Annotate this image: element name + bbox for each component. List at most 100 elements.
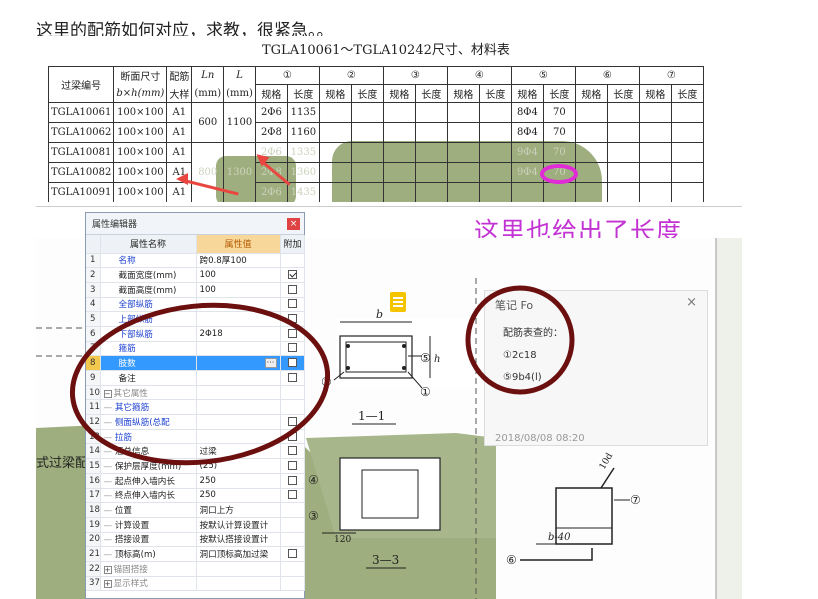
property-value[interactable]: 洞口上方 <box>196 502 281 518</box>
property-value[interactable] <box>196 429 281 445</box>
property-editor-titlebar[interactable]: 属性编辑器 × <box>86 213 304 235</box>
property-value[interactable] <box>196 311 281 327</box>
row-number: 8 <box>86 355 101 371</box>
property-row[interactable]: 16— 起点伸入墙内长 250 <box>86 473 305 489</box>
attach-checkbox[interactable] <box>287 475 297 485</box>
property-row[interactable]: 21— 顶标高(m) 洞口顶标高加过梁 <box>86 546 305 562</box>
property-value[interactable] <box>196 576 281 592</box>
property-value[interactable] <box>196 399 281 416</box>
property-row[interactable]: 17— 终点伸入墙内长 250 <box>86 488 305 504</box>
row-number: 1 <box>86 253 101 269</box>
property-row[interactable]: 5 上部纵筋 <box>86 311 305 327</box>
property-row[interactable]: 8 肢数 ··· <box>86 355 305 371</box>
property-value[interactable]: 跨0.8厚100 <box>196 253 281 269</box>
attach-checkbox[interactable] <box>287 372 297 382</box>
property-value[interactable]: 按默认计算设置计 <box>196 517 281 533</box>
property-value[interactable] <box>196 414 281 430</box>
attach-checkbox[interactable] <box>287 446 297 456</box>
property-value[interactable] <box>196 385 281 401</box>
property-row[interactable]: 37 + 显示样式 <box>86 576 305 592</box>
property-extra <box>280 253 305 269</box>
property-row[interactable]: 13— 拉筋 <box>86 429 305 445</box>
property-row[interactable]: 19— 计算设置 按默认计算设置计 <box>86 517 305 533</box>
attach-checkbox[interactable] <box>287 549 297 559</box>
property-row[interactable]: 12— 侧面纵筋(总配 <box>86 414 305 430</box>
property-value[interactable]: 100 <box>196 282 281 298</box>
property-row[interactable]: 7 箍筋 <box>86 341 305 357</box>
property-row[interactable]: 3 截面高度(mm) 100 <box>86 282 305 298</box>
property-name-text: 截面宽度(mm) <box>118 271 177 282</box>
attach-checkbox[interactable] <box>287 490 297 500</box>
property-value[interactable]: 250 <box>196 488 281 504</box>
attach-checkbox[interactable] <box>287 328 297 338</box>
note-title: 笔记 Fo <box>495 299 534 312</box>
property-name-text: 其它箍筋 <box>114 403 150 414</box>
property-value[interactable]: (25) <box>196 458 281 474</box>
th-spec: 规格 <box>638 84 672 103</box>
property-name-text: 位置 <box>114 506 133 517</box>
property-row[interactable]: 1 名称 跨0.8厚100 <box>86 253 305 269</box>
property-row[interactable]: 18— 位置 洞口上方 <box>86 502 305 518</box>
property-name-text: 计算设置 <box>114 520 150 531</box>
tree-indent: — <box>103 403 115 414</box>
attach-checkbox[interactable] <box>287 314 297 324</box>
note-icon[interactable] <box>390 292 406 312</box>
attach-checkbox[interactable] <box>287 284 297 294</box>
property-row[interactable]: 10− 其它属性 <box>86 385 305 401</box>
attach-checkbox[interactable] <box>287 358 297 368</box>
property-row[interactable]: 6 下部纵筋 2Φ18 <box>86 326 305 342</box>
property-row[interactable]: 20— 搭接设置 按默认搭接设置计 <box>86 532 305 548</box>
property-value-text: 250 <box>199 490 216 501</box>
property-row[interactable]: 2 截面宽度(mm) 100 <box>86 267 305 283</box>
attach-checkbox[interactable] <box>287 270 297 280</box>
ellipsis-button[interactable]: ··· <box>264 358 277 369</box>
expand-toggle-icon[interactable]: + <box>103 580 112 589</box>
property-name-text: 备注 <box>118 373 136 384</box>
row-number: 2 <box>86 267 101 283</box>
property-value[interactable]: ··· <box>196 355 281 371</box>
property-row[interactable]: 9 备注 <box>86 370 305 386</box>
tree-indent: — <box>103 447 115 458</box>
property-value[interactable] <box>196 561 281 577</box>
tree-indent: — <box>103 520 115 531</box>
row-number: 37 <box>86 576 101 592</box>
property-value[interactable]: 洞口顶标高加过梁 <box>196 546 281 562</box>
property-value[interactable] <box>196 297 281 313</box>
property-value[interactable]: 250 <box>196 473 281 489</box>
divider <box>36 206 742 207</box>
property-name: — 其它箍筋 <box>100 399 197 416</box>
collapse-toggle-icon[interactable]: − <box>103 389 112 398</box>
property-value[interactable] <box>196 341 281 357</box>
close-button[interactable]: × <box>287 218 300 230</box>
property-row[interactable]: 14— 汇总信息 过梁 <box>86 443 305 460</box>
tree-indent: — <box>103 417 115 428</box>
property-value[interactable]: 按默认搭接设置计 <box>196 532 281 548</box>
th-group3: ③ <box>382 66 448 85</box>
property-row[interactable]: 22 + 锚固搭接 <box>86 561 305 577</box>
expand-toggle-icon[interactable]: + <box>103 565 112 574</box>
property-value[interactable]: 2Φ18 <box>196 326 281 342</box>
property-row[interactable]: 15— 保护层厚度(mm) (25) <box>86 458 305 474</box>
property-name: — 拉筋 <box>100 429 197 445</box>
note-body: 配筋表查的： ①2c18 ⑤9b4(l) <box>503 323 563 389</box>
property-row[interactable]: 4 全部纵筋 <box>86 297 305 313</box>
property-value[interactable]: 100 <box>196 267 281 283</box>
attach-checkbox[interactable] <box>287 343 297 353</box>
row-number: 21 <box>86 546 101 562</box>
close-icon[interactable]: × <box>686 295 697 310</box>
attach-checkbox[interactable] <box>287 416 297 426</box>
attach-checkbox[interactable] <box>287 431 297 441</box>
property-row[interactable]: 11— 其它箍筋 <box>86 399 305 416</box>
property-name: — 保护层厚度(mm) <box>100 458 197 474</box>
property-name-text: 终点伸入墙内长 <box>114 491 175 502</box>
property-value-text: 过梁 <box>199 447 217 458</box>
property-value-text: 2Φ18 <box>199 328 223 339</box>
property-name-text: 箍筋 <box>118 344 136 355</box>
attach-checkbox[interactable] <box>287 460 297 470</box>
property-extra <box>280 385 305 401</box>
property-value[interactable]: 过梁 <box>196 443 281 460</box>
red-arrow-head <box>176 173 188 185</box>
property-value[interactable] <box>196 370 281 386</box>
hook-line <box>600 467 615 489</box>
attach-checkbox[interactable] <box>287 299 297 309</box>
